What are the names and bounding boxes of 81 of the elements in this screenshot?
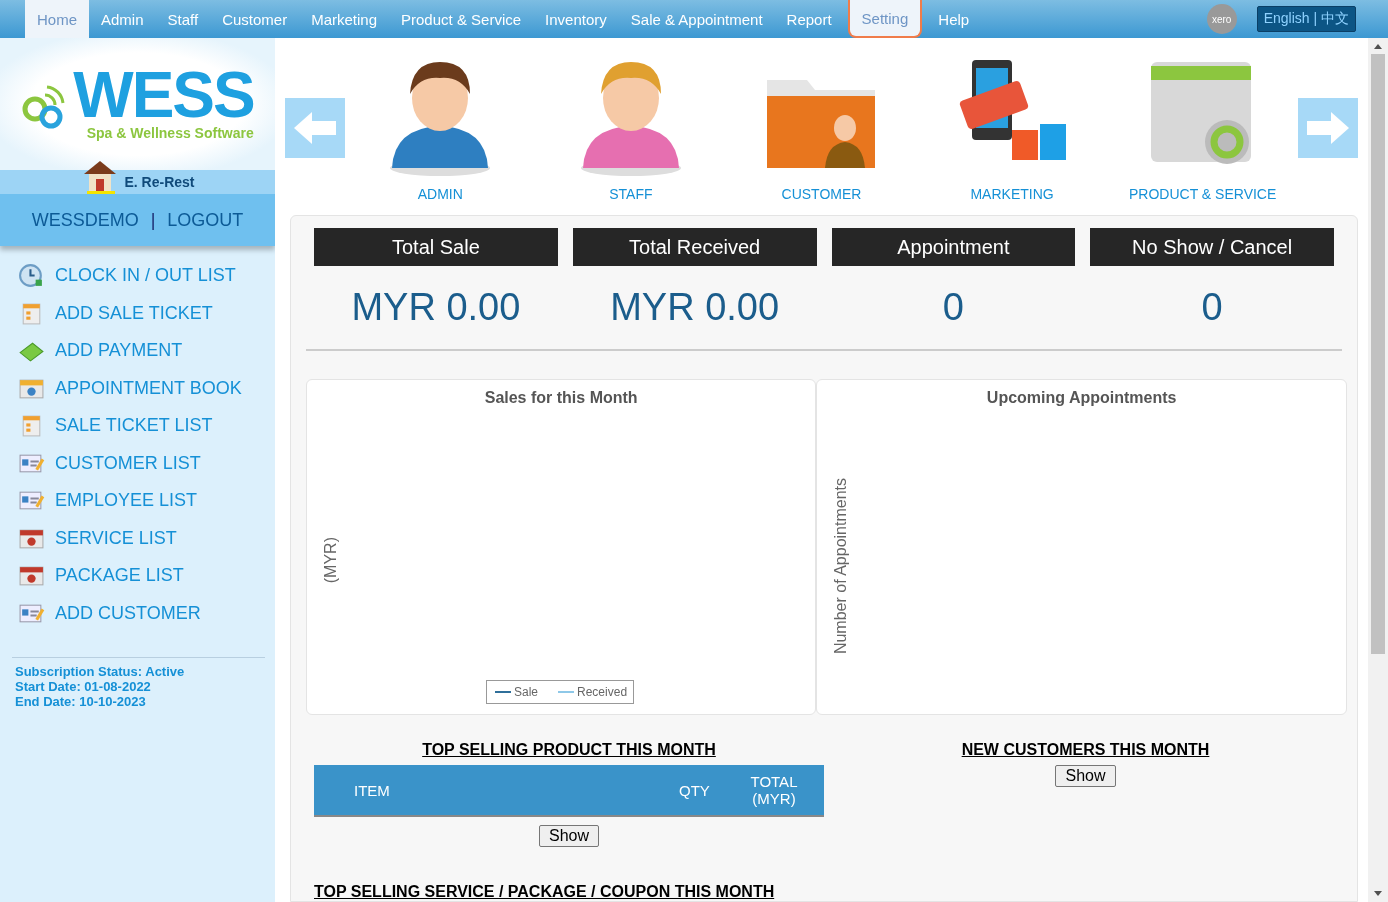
menu-label: ADD CUSTOMER: [55, 602, 201, 624]
menu-label: PACKAGE LIST: [55, 565, 184, 586]
chart-title: Sales for this Month: [483, 388, 639, 407]
shortcut-label: CUSTOMER: [781, 186, 862, 202]
sidebar-menu-item[interactable]: SERVICE LIST: [18, 524, 275, 552]
subscription-info: End Date: 10-10-2023: [14, 693, 147, 709]
stat-header: Total Sale: [314, 228, 558, 266]
clock-icon: [18, 263, 45, 288]
column-header: QTY: [679, 781, 711, 799]
menu-label: SALE TICKET LIST: [55, 415, 213, 436]
shortcut-label: MARKETING: [970, 186, 1054, 202]
subscription-info: Subscription Status: Active: [14, 663, 186, 679]
menu-label: APPOINTMENT BOOK: [55, 377, 242, 399]
section-title: NEW CUSTOMERS THIS MONTH: [961, 741, 1210, 759]
nav-tab[interactable]: Customer: [210, 0, 300, 38]
nav-tab[interactable]: Sale & Appointment: [618, 0, 775, 38]
language-button[interactable]: English | 中文: [1256, 6, 1356, 32]
shortcut-label: STAFF: [609, 186, 653, 202]
nav-tab[interactable]: Help: [926, 0, 982, 38]
show-button[interactable]: Show: [539, 825, 599, 847]
sidebar-menu-item[interactable]: APPOINTMENT BOOK: [18, 374, 275, 402]
sidebar-menu-item[interactable]: ADD PAYMENT: [18, 337, 275, 364]
nav-tab[interactable]: Product & Service: [389, 0, 534, 38]
nav-tab[interactable]: Marketing: [299, 0, 390, 38]
menu-label: ADD SALE TICKET: [55, 302, 213, 324]
legend-label: Received: [577, 685, 628, 699]
menu-label: SERVICE LIST: [55, 527, 177, 549]
logout-link[interactable]: LOGOUT: [167, 209, 244, 231]
nav-tab[interactable]: Setting: [847, 0, 923, 38]
scroll-thumb[interactable]: [1371, 54, 1385, 654]
sidebar-menu-item[interactable]: ADD SALE TICKET: [18, 299, 275, 327]
shortcut-link[interactable]: ADMIN: [345, 38, 536, 202]
shortcut-label: ADMIN: [417, 186, 463, 202]
logo-subtitle: Spa & Wellness Software: [86, 124, 254, 141]
scroll-down-icon: [1373, 890, 1383, 898]
shortcut-label: PRODUCT & SERVICE: [1129, 186, 1277, 202]
shortcut-link[interactable]: PRODUCT & SERVICE: [1107, 38, 1298, 202]
sidebar-menu-item[interactable]: CLOCK IN / OUT LIST: [18, 262, 275, 289]
sidebar-menu-item[interactable]: SALE TICKET LIST: [18, 412, 275, 439]
outlet-name: E. Re-Rest: [124, 174, 195, 190]
shortcut-link[interactable]: STAFF: [535, 38, 727, 202]
nav-tab[interactable]: Staff: [155, 0, 211, 38]
stat-header: Total Received: [572, 228, 817, 266]
menu-label: EMPLOYEE LIST: [55, 490, 198, 511]
sidebar-menu-item[interactable]: EMPLOYEE LIST: [18, 487, 275, 514]
nav-tab[interactable]: Admin: [89, 0, 156, 38]
shortcut-link[interactable]: CUSTOMER: [726, 38, 917, 202]
menu-label: CLOCK IN / OUT LIST: [55, 265, 236, 286]
shortcut-link[interactable]: MARKETING: [916, 38, 1108, 202]
show-button[interactable]: Show: [1055, 765, 1116, 787]
sidebar-menu-item[interactable]: PACKAGE LIST: [18, 562, 275, 589]
subscription-info: Start Date: 01-08-2022: [14, 678, 152, 694]
sidebar-menu-item[interactable]: ADD CUSTOMER: [18, 599, 275, 627]
username-link[interactable]: WESSDEMO: [31, 209, 139, 231]
y-axis-label: (MYR): [322, 537, 340, 584]
stat-value: 0: [941, 285, 965, 330]
chart-title: Upcoming Appointments: [985, 388, 1178, 407]
scrollbar[interactable]: [1368, 38, 1388, 902]
stat-header: No Show / Cancel: [1090, 228, 1334, 266]
menu-label: CUSTOMER LIST: [55, 452, 201, 474]
nav-tab[interactable]: Inventory: [533, 0, 619, 38]
previous-arrow-button[interactable]: [285, 98, 345, 158]
section-title: TOP SELLING PRODUCT THIS MONTH: [421, 741, 717, 759]
nav-tab[interactable]: Home: [25, 0, 89, 38]
sidebar-menu-item[interactable]: CUSTOMER LIST: [18, 449, 275, 477]
section-title: TOP SELLING SERVICE / PACKAGE / COUPON THIS MONTH: [314, 883, 776, 901]
stat-header: Appointment: [831, 228, 1076, 266]
menu-label: ADD PAYMENT: [55, 340, 183, 361]
xero-button[interactable]: xero: [1206, 4, 1237, 34]
column-header: TOTAL (MYR): [749, 773, 799, 807]
legend-label: Sale: [514, 685, 539, 699]
column-header: ITEM: [353, 781, 391, 799]
separator: |: [150, 209, 156, 231]
stat-value: MYR 0.00: [350, 285, 522, 330]
y-axis-label: Number of Appointments: [832, 477, 851, 654]
logo-title: WESS: [73, 67, 254, 125]
next-arrow-button[interactable]: [1297, 98, 1358, 158]
scroll-up-icon: [1373, 42, 1383, 50]
stat-value: MYR 0.00: [609, 285, 781, 330]
nav-tab[interactable]: Report: [774, 0, 844, 38]
stat-value: 0: [1200, 285, 1224, 330]
